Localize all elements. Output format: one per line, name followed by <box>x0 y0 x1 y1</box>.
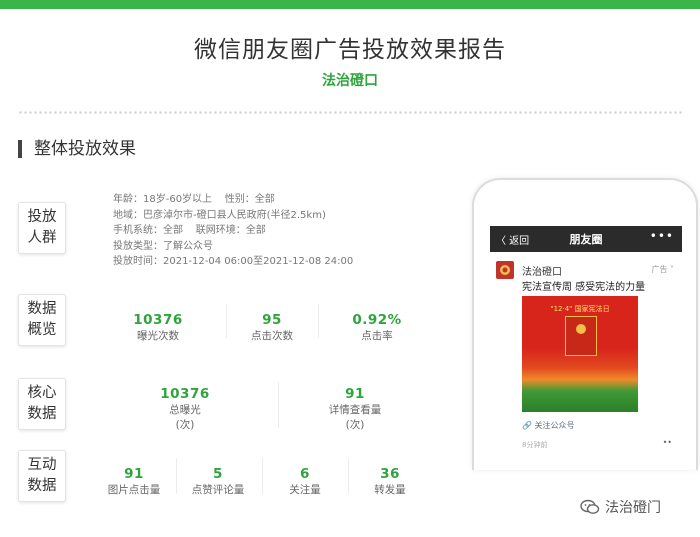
stat-value: 91 <box>345 386 365 402</box>
audience-line: 地域：巴彦淖尔市-磴口县人民政府(半径2.5km) <box>113 209 326 221</box>
audience-line: 投放时间：2021-12-04 06:00至2021-12-08 24:00 <box>113 256 354 267</box>
phone-screen: 〈 返回 朋友圈 ••• 法治磴口 广告 ˅ 宪法宣传周 感受宪法的力量 "12… <box>490 226 682 466</box>
divider <box>262 458 263 494</box>
stat-label: 点击次数 <box>251 330 293 342</box>
stat-label: 关注量 <box>289 484 321 496</box>
moments-header: 〈 返回 朋友圈 ••• <box>490 226 682 252</box>
constitution-book-icon <box>565 316 597 356</box>
stat-value: 91 <box>124 466 144 482</box>
link-icon: 🔗 <box>522 421 532 430</box>
stat-clicks: 95 点击次数 <box>228 312 316 344</box>
account-name: 法治磴口 <box>322 73 378 89</box>
divider <box>226 304 227 338</box>
audience-label: 投放 人群 <box>18 202 66 254</box>
wechat-icon <box>580 499 600 514</box>
stat-value: 10376 <box>160 386 210 402</box>
stat-total-impressions: 10376 总曝光 (次) <box>130 386 240 433</box>
core-label: 核心 数据 <box>18 378 66 430</box>
stat-value: 95 <box>262 312 282 328</box>
stat-label: 曝光次数 <box>137 330 179 342</box>
stat-value: 5 <box>213 466 223 482</box>
overview-label: 数据 概览 <box>18 294 66 346</box>
audience-info: 年龄：18岁-60岁以上 性别：全部 地域：巴彦淖尔市-磴口县人民政府(半径2.… <box>113 192 353 270</box>
stat-label: 总曝光 <box>169 404 201 416</box>
dotted-divider <box>18 110 684 115</box>
account-avatar <box>496 261 514 279</box>
ad-poster-image[interactable]: "12·4" 国家宪法日 <box>522 296 638 412</box>
stat-value: 0.92% <box>352 312 402 328</box>
divider <box>348 458 349 494</box>
divider <box>318 304 319 338</box>
emblem-icon <box>500 265 510 275</box>
stat-unit: (次) <box>175 419 195 431</box>
stat-label: 点击率 <box>361 330 393 342</box>
stat-ctr: 0.92% 点击率 <box>330 312 424 344</box>
post-text: 宪法宣传周 感受宪法的力量 <box>522 282 646 293</box>
section-title: 整体投放效果 <box>18 140 136 158</box>
stat-likes-comments: 5 点赞评论量 <box>184 466 252 498</box>
watermark: 法治磴门 <box>580 497 661 517</box>
post-account-name[interactable]: 法治磴口 <box>522 263 562 278</box>
stat-label: 点赞评论量 <box>191 484 245 496</box>
watermark-text: 法治磴门 <box>605 500 661 516</box>
follow-link[interactable]: 🔗 关注公众号 <box>522 420 575 431</box>
stat-label: 详情查看量 <box>328 404 382 416</box>
comment-menu-icon[interactable]: •• <box>663 438 672 447</box>
ad-tag[interactable]: 广告 ˅ <box>651 264 674 275</box>
stat-label: 转发量 <box>374 484 406 496</box>
stat-value: 6 <box>300 466 310 482</box>
stat-value: 36 <box>380 466 400 482</box>
emblem-icon <box>576 324 586 334</box>
audience-line: 投放类型：了解公众号 <box>113 240 213 252</box>
stat-value: 10376 <box>133 312 183 328</box>
stat-shares: 36 转发量 <box>356 466 424 498</box>
top-accent-bar <box>0 0 700 9</box>
audience-line: 年龄：18岁-60岁以上 性别：全部 <box>113 194 275 205</box>
stat-follows: 6 关注量 <box>270 466 340 498</box>
divider <box>278 382 279 428</box>
interaction-label: 互动 数据 <box>18 450 66 502</box>
stat-unit: (次) <box>345 419 365 431</box>
more-icon[interactable]: ••• <box>650 229 674 243</box>
audience-line: 手机系统：全部 联网环境：全部 <box>113 225 266 236</box>
stat-detail-views: 91 详情查看量 (次) <box>300 386 410 433</box>
stat-impressions: 10376 曝光次数 <box>108 312 208 344</box>
follow-label: 关注公众号 <box>534 421 575 430</box>
report-title: 微信朋友圈广告投放效果报告 <box>194 37 506 63</box>
post-time: 8分钟前 <box>522 441 548 449</box>
stat-label: 图片点击量 <box>107 484 161 496</box>
stat-image-clicks: 91 图片点击量 <box>100 466 168 498</box>
poster-caption: "12·4" 国家宪法日 <box>550 305 610 313</box>
divider <box>176 458 177 494</box>
